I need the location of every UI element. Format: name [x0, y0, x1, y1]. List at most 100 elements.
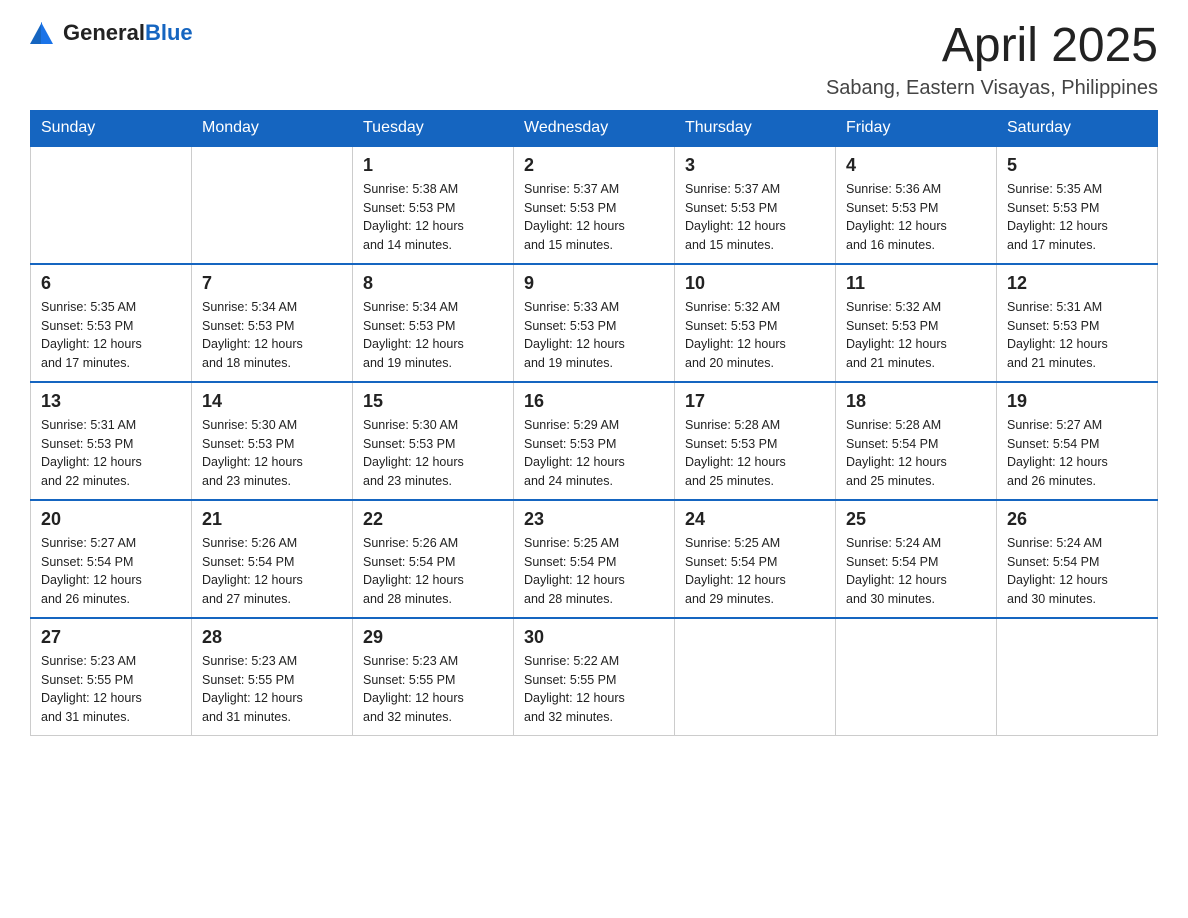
calendar-cell: 27 Sunrise: 5:23 AM Sunset: 5:55 PM Dayli…	[31, 618, 192, 736]
calendar-cell: 16 Sunrise: 5:29 AM Sunset: 5:53 PM Dayli…	[514, 382, 675, 500]
calendar-cell: 26 Sunrise: 5:24 AM Sunset: 5:54 PM Dayli…	[997, 500, 1158, 618]
day-info: Sunrise: 5:35 AM Sunset: 5:53 PM Dayligh…	[1007, 180, 1147, 255]
day-number: 19	[1007, 391, 1147, 412]
day-info: Sunrise: 5:28 AM Sunset: 5:54 PM Dayligh…	[846, 416, 986, 491]
title-area: April 2025 Sabang, Eastern Visayas, Phil…	[826, 20, 1158, 100]
calendar-cell: 21 Sunrise: 5:26 AM Sunset: 5:54 PM Dayli…	[192, 500, 353, 618]
calendar-cell: 13Sunrise: 5:31 AM Sunset: 5:53 PM Dayli…	[31, 382, 192, 500]
weekday-header-tuesday: Tuesday	[353, 110, 514, 146]
day-number: 4	[846, 155, 986, 176]
day-number: 3	[685, 155, 825, 176]
day-number: 5	[1007, 155, 1147, 176]
weekday-header-wednesday: Wednesday	[514, 110, 675, 146]
day-number: 27	[41, 627, 181, 648]
day-info: Sunrise: 5:22 AM Sunset: 5:55 PM Dayligh…	[524, 652, 664, 727]
calendar-table: SundayMondayTuesdayWednesdayThursdayFrid…	[30, 110, 1158, 736]
calendar-cell: 20 Sunrise: 5:27 AM Sunset: 5:54 PM Dayli…	[31, 500, 192, 618]
calendar-cell: 23 Sunrise: 5:25 AM Sunset: 5:54 PM Dayli…	[514, 500, 675, 618]
day-info: Sunrise: 5:25 AM Sunset: 5:54 PM Dayligh…	[524, 534, 664, 609]
weekday-header-saturday: Saturday	[997, 110, 1158, 146]
day-number: 2	[524, 155, 664, 176]
day-number: 21	[202, 509, 342, 530]
day-number: 29	[363, 627, 503, 648]
calendar-cell: 17Sunrise: 5:28 AM Sunset: 5:53 PM Dayli…	[675, 382, 836, 500]
calendar-cell: 9 Sunrise: 5:33 AM Sunset: 5:53 PM Daylig…	[514, 264, 675, 382]
day-info: Sunrise: 5:26 AM Sunset: 5:54 PM Dayligh…	[202, 534, 342, 609]
logo-blue-text: Blue	[145, 20, 193, 45]
calendar-cell: 28Sunrise: 5:23 AM Sunset: 5:55 PM Dayli…	[192, 618, 353, 736]
day-info: Sunrise: 5:24 AM Sunset: 5:54 PM Dayligh…	[846, 534, 986, 609]
day-info: Sunrise: 5:30 AM Sunset: 5:53 PM Dayligh…	[363, 416, 503, 491]
weekday-header-friday: Friday	[836, 110, 997, 146]
day-number: 25	[846, 509, 986, 530]
weekday-header-sunday: Sunday	[31, 110, 192, 146]
day-number: 15	[363, 391, 503, 412]
calendar-cell	[675, 618, 836, 736]
day-info: Sunrise: 5:32 AM Sunset: 5:53 PM Dayligh…	[685, 298, 825, 373]
day-number: 11	[846, 273, 986, 294]
calendar-week-1: 1 Sunrise: 5:38 AM Sunset: 5:53 PM Daylig…	[31, 146, 1158, 264]
day-number: 8	[363, 273, 503, 294]
day-number: 10	[685, 273, 825, 294]
calendar-cell: 5 Sunrise: 5:35 AM Sunset: 5:53 PM Daylig…	[997, 146, 1158, 264]
calendar-cell: 12Sunrise: 5:31 AM Sunset: 5:53 PM Dayli…	[997, 264, 1158, 382]
day-info: Sunrise: 5:37 AM Sunset: 5:53 PM Dayligh…	[685, 180, 825, 255]
day-info: Sunrise: 5:23 AM Sunset: 5:55 PM Dayligh…	[41, 652, 181, 727]
day-info: Sunrise: 5:34 AM Sunset: 5:53 PM Dayligh…	[363, 298, 503, 373]
calendar-week-5: 27 Sunrise: 5:23 AM Sunset: 5:55 PM Dayli…	[31, 618, 1158, 736]
day-number: 18	[846, 391, 986, 412]
calendar-body: 1 Sunrise: 5:38 AM Sunset: 5:53 PM Daylig…	[31, 146, 1158, 736]
weekday-header-thursday: Thursday	[675, 110, 836, 146]
calendar-cell: 14 Sunrise: 5:30 AM Sunset: 5:53 PM Dayli…	[192, 382, 353, 500]
day-info: Sunrise: 5:26 AM Sunset: 5:54 PM Dayligh…	[363, 534, 503, 609]
calendar-cell: 24Sunrise: 5:25 AM Sunset: 5:54 PM Dayli…	[675, 500, 836, 618]
calendar-cell: 11 Sunrise: 5:32 AM Sunset: 5:53 PM Dayli…	[836, 264, 997, 382]
calendar-cell: 19 Sunrise: 5:27 AM Sunset: 5:54 PM Dayli…	[997, 382, 1158, 500]
calendar-cell: 15 Sunrise: 5:30 AM Sunset: 5:53 PM Dayli…	[353, 382, 514, 500]
calendar-cell: 1 Sunrise: 5:38 AM Sunset: 5:53 PM Daylig…	[353, 146, 514, 264]
weekday-header-row: SundayMondayTuesdayWednesdayThursdayFrid…	[31, 110, 1158, 146]
calendar-cell: 2 Sunrise: 5:37 AM Sunset: 5:53 PM Daylig…	[514, 146, 675, 264]
weekday-header-monday: Monday	[192, 110, 353, 146]
day-number: 7	[202, 273, 342, 294]
day-number: 9	[524, 273, 664, 294]
day-number: 23	[524, 509, 664, 530]
calendar-cell: 25 Sunrise: 5:24 AM Sunset: 5:54 PM Dayli…	[836, 500, 997, 618]
calendar-cell	[997, 618, 1158, 736]
day-info: Sunrise: 5:27 AM Sunset: 5:54 PM Dayligh…	[41, 534, 181, 609]
calendar-cell	[836, 618, 997, 736]
calendar-cell: 10 Sunrise: 5:32 AM Sunset: 5:53 PM Dayli…	[675, 264, 836, 382]
day-number: 17	[685, 391, 825, 412]
calendar-week-4: 20 Sunrise: 5:27 AM Sunset: 5:54 PM Dayli…	[31, 500, 1158, 618]
day-number: 6	[41, 273, 181, 294]
calendar-cell: 30 Sunrise: 5:22 AM Sunset: 5:55 PM Dayli…	[514, 618, 675, 736]
calendar-cell: 29 Sunrise: 5:23 AM Sunset: 5:55 PM Dayli…	[353, 618, 514, 736]
day-info: Sunrise: 5:32 AM Sunset: 5:53 PM Dayligh…	[846, 298, 986, 373]
calendar-cell: 8 Sunrise: 5:34 AM Sunset: 5:53 PM Daylig…	[353, 264, 514, 382]
day-info: Sunrise: 5:38 AM Sunset: 5:53 PM Dayligh…	[363, 180, 503, 255]
day-number: 1	[363, 155, 503, 176]
calendar-header: SundayMondayTuesdayWednesdayThursdayFrid…	[31, 110, 1158, 146]
day-number: 26	[1007, 509, 1147, 530]
day-number: 30	[524, 627, 664, 648]
day-info: Sunrise: 5:27 AM Sunset: 5:54 PM Dayligh…	[1007, 416, 1147, 491]
calendar-subtitle: Sabang, Eastern Visayas, Philippines	[826, 77, 1158, 100]
calendar-cell: 18 Sunrise: 5:28 AM Sunset: 5:54 PM Dayli…	[836, 382, 997, 500]
day-number: 16	[524, 391, 664, 412]
day-info: Sunrise: 5:34 AM Sunset: 5:53 PM Dayligh…	[202, 298, 342, 373]
day-info: Sunrise: 5:24 AM Sunset: 5:54 PM Dayligh…	[1007, 534, 1147, 609]
page-header: GeneralBlue April 2025 Sabang, Eastern V…	[30, 20, 1158, 100]
calendar-cell: 7 Sunrise: 5:34 AM Sunset: 5:53 PM Daylig…	[192, 264, 353, 382]
day-number: 13	[41, 391, 181, 412]
day-number: 24	[685, 509, 825, 530]
calendar-week-2: 6Sunrise: 5:35 AM Sunset: 5:53 PM Daylig…	[31, 264, 1158, 382]
day-info: Sunrise: 5:23 AM Sunset: 5:55 PM Dayligh…	[363, 652, 503, 727]
logo: GeneralBlue	[30, 20, 193, 46]
day-info: Sunrise: 5:37 AM Sunset: 5:53 PM Dayligh…	[524, 180, 664, 255]
day-info: Sunrise: 5:30 AM Sunset: 5:53 PM Dayligh…	[202, 416, 342, 491]
day-info: Sunrise: 5:33 AM Sunset: 5:53 PM Dayligh…	[524, 298, 664, 373]
day-info: Sunrise: 5:31 AM Sunset: 5:53 PM Dayligh…	[1007, 298, 1147, 373]
day-info: Sunrise: 5:29 AM Sunset: 5:53 PM Dayligh…	[524, 416, 664, 491]
day-number: 20	[41, 509, 181, 530]
day-number: 14	[202, 391, 342, 412]
